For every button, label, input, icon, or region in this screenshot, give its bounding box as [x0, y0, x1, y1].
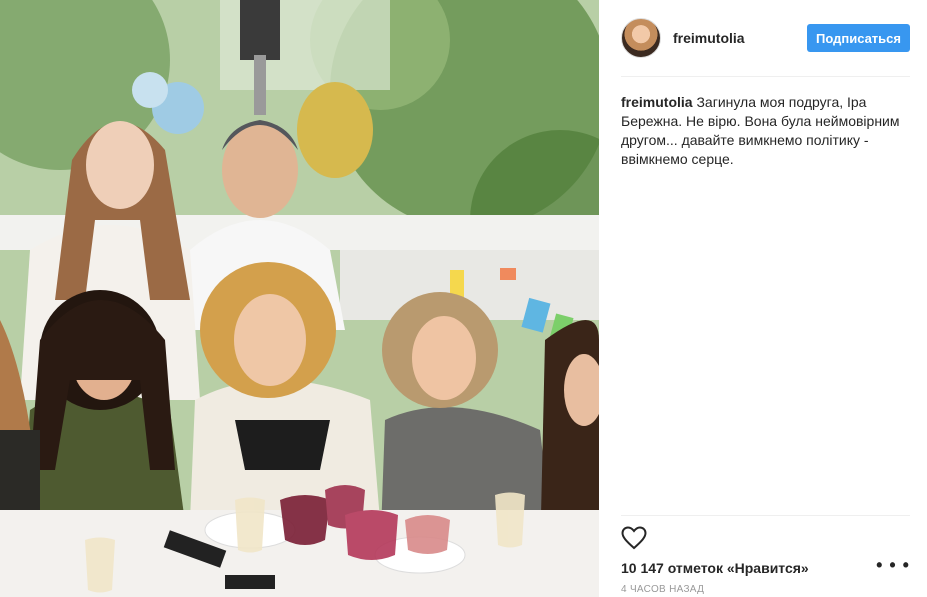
follow-button[interactable]: Подписаться — [807, 24, 910, 52]
ellipsis-icon[interactable]: • • • — [876, 556, 910, 576]
post-caption: freimutolia Загинула моя подруга, Іра Бе… — [621, 93, 910, 169]
heart-outline-icon[interactable] — [621, 526, 649, 554]
likes-row: 10 147 отметок «Нравится» • • • — [621, 556, 910, 576]
instagram-post: freimutolia Подписаться freimutolia Заги… — [0, 0, 927, 597]
post-photo[interactable] — [0, 0, 599, 597]
photo-illustration — [0, 0, 599, 597]
post-actions: 10 147 отметок «Нравится» • • • 4 часов … — [621, 515, 910, 595]
likes-count[interactable]: 10 147 отметок «Нравится» — [621, 560, 809, 576]
post-header: freimutolia Подписаться — [621, 0, 910, 77]
username-link[interactable]: freimutolia — [673, 30, 807, 46]
post-timestamp[interactable]: 4 часов назад — [621, 584, 910, 595]
caption-username-link[interactable]: freimutolia — [621, 94, 693, 110]
avatar[interactable] — [621, 18, 661, 58]
post-sidebar: freimutolia Подписаться freimutolia Заги… — [599, 0, 927, 597]
